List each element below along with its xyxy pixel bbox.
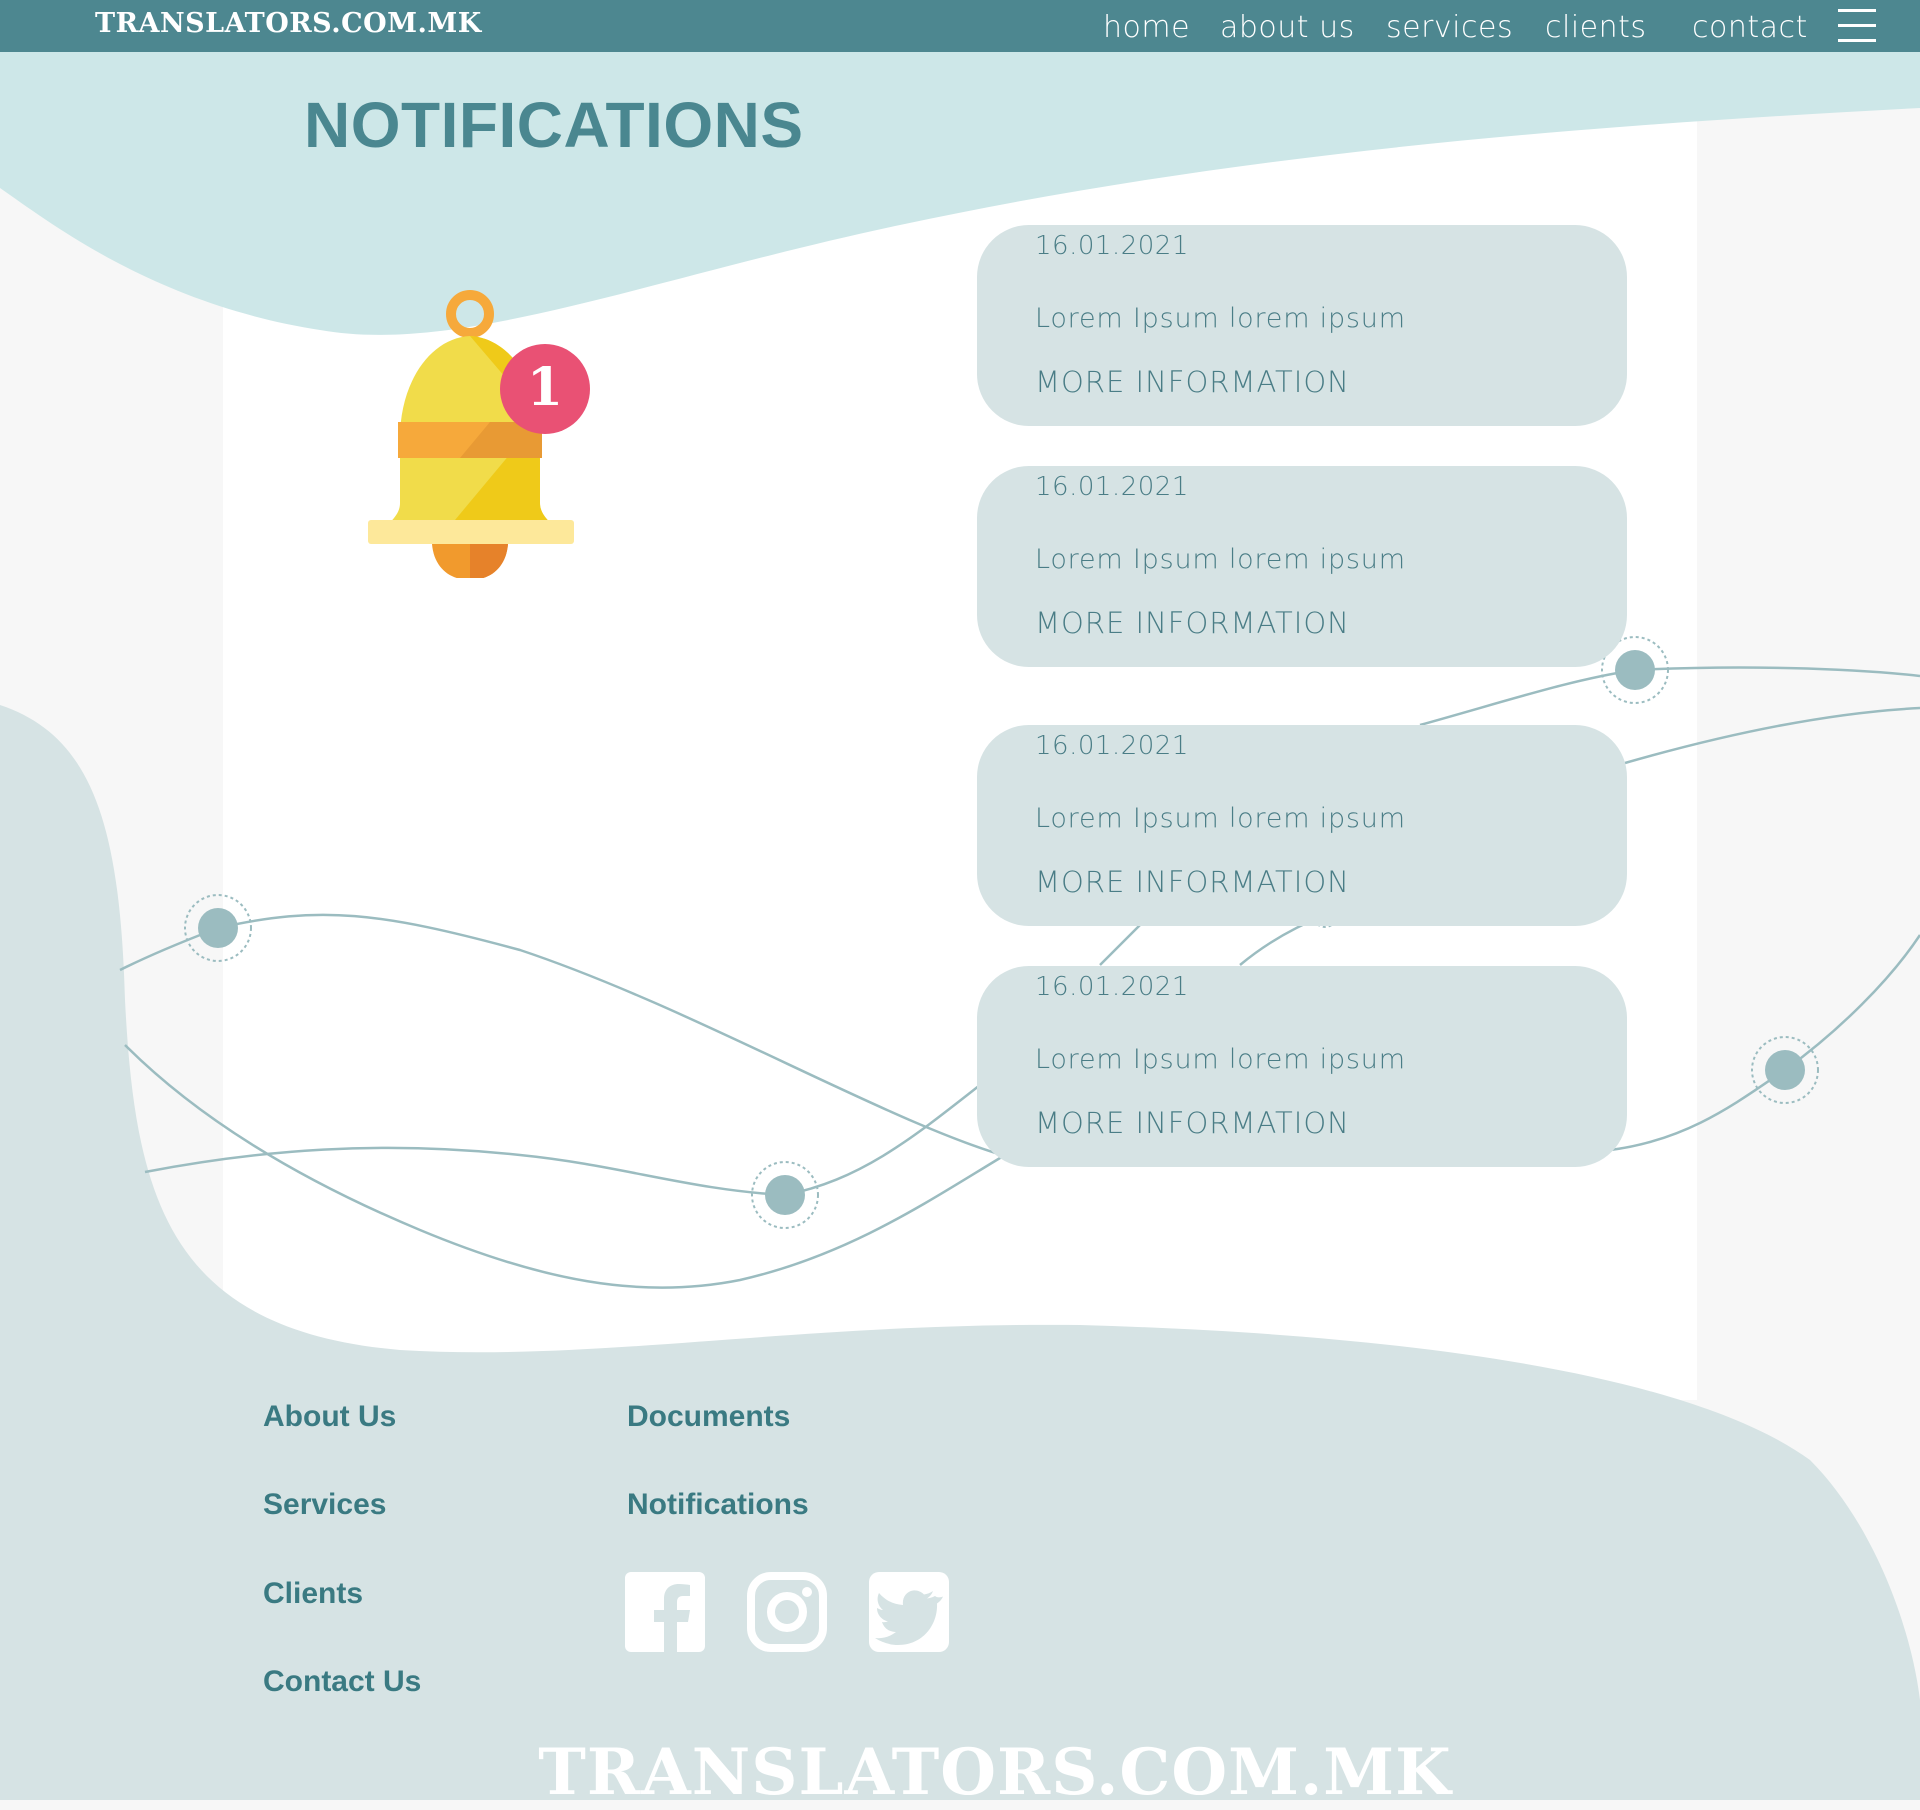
- notification-text: Lorem Ipsum lorem ipsum: [1035, 303, 1406, 334]
- footer-link-contact-us[interactable]: Contact Us: [263, 1665, 421, 1699]
- notification-count-badge: 1: [500, 344, 590, 434]
- footer-link-services[interactable]: Services: [263, 1488, 386, 1522]
- footer-link-notifications[interactable]: Notifications: [627, 1488, 809, 1522]
- notification-card: 16.01.2021 Lorem Ipsum lorem ipsum MORE …: [977, 725, 1627, 926]
- footer-link-clients[interactable]: Clients: [263, 1577, 363, 1611]
- hamburger-menu-icon[interactable]: [1838, 9, 1876, 43]
- notification-date: 16.01.2021: [1035, 231, 1189, 261]
- notification-card: 16.01.2021 Lorem Ipsum lorem ipsum MORE …: [977, 225, 1627, 426]
- main-nav: home about us services clients contact: [0, 10, 1920, 50]
- notification-text: Lorem Ipsum lorem ipsum: [1035, 544, 1406, 575]
- facebook-icon[interactable]: [625, 1572, 705, 1652]
- notification-card: 16.01.2021 Lorem Ipsum lorem ipsum MORE …: [977, 966, 1627, 1167]
- top-navigation-bar: TRANSLATORS.COM.MK home about us service…: [0, 0, 1920, 52]
- page-title: NOTIFICATIONS: [304, 89, 804, 161]
- notification-date: 16.01.2021: [1035, 731, 1189, 761]
- background-decoration: [0, 50, 1920, 1800]
- instagram-icon[interactable]: [747, 1572, 827, 1652]
- nav-link-contact[interactable]: contact: [1692, 10, 1808, 45]
- more-information-link[interactable]: MORE INFORMATION: [1035, 365, 1350, 399]
- footer-link-about-us[interactable]: About Us: [263, 1400, 396, 1434]
- nav-link-home[interactable]: home: [1103, 10, 1190, 45]
- nav-link-clients[interactable]: clients: [1545, 10, 1647, 45]
- notification-date: 16.01.2021: [1035, 472, 1189, 502]
- notification-text: Lorem Ipsum lorem ipsum: [1035, 803, 1406, 834]
- footer-brand: TRANSLATORS.COM.MK: [538, 1735, 1452, 1810]
- notification-card: 16.01.2021 Lorem Ipsum lorem ipsum MORE …: [977, 466, 1627, 667]
- twitter-icon[interactable]: [869, 1572, 949, 1652]
- footer-link-documents[interactable]: Documents: [627, 1400, 790, 1434]
- more-information-link[interactable]: MORE INFORMATION: [1035, 1106, 1350, 1140]
- nav-link-services[interactable]: services: [1386, 10, 1513, 45]
- nav-link-about-us[interactable]: about us: [1220, 10, 1355, 45]
- more-information-link[interactable]: MORE INFORMATION: [1035, 865, 1350, 899]
- notification-date: 16.01.2021: [1035, 972, 1189, 1002]
- more-information-link[interactable]: MORE INFORMATION: [1035, 606, 1350, 640]
- notification-text: Lorem Ipsum lorem ipsum: [1035, 1044, 1406, 1075]
